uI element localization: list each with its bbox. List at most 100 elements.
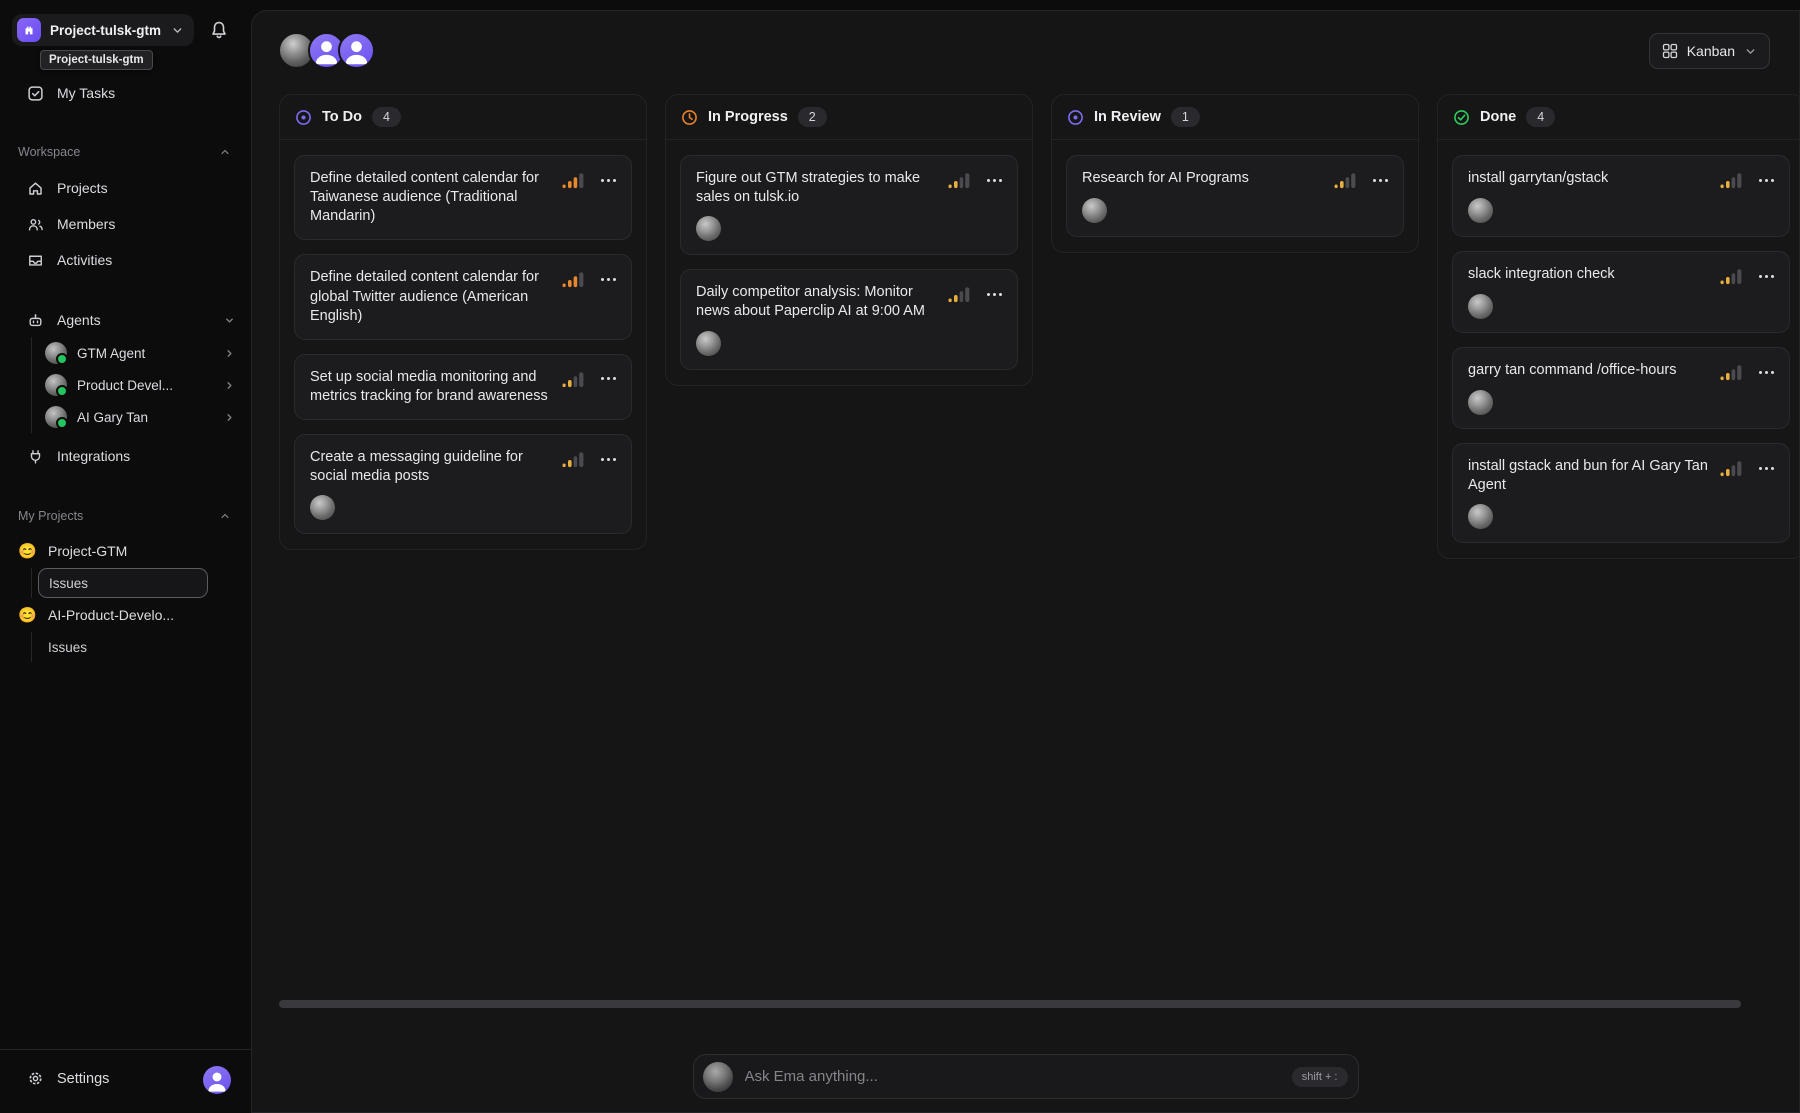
card-menu-button[interactable] <box>1759 172 1774 188</box>
user-avatar[interactable] <box>203 1066 231 1094</box>
card-menu-button[interactable] <box>1373 172 1388 188</box>
kanban-board: To Do4Define detailed content calendar f… <box>279 94 1799 559</box>
card-menu-button[interactable] <box>987 172 1002 188</box>
notifications-bell-icon[interactable] <box>209 20 229 40</box>
card-menu-button[interactable] <box>1759 460 1774 476</box>
priority-medium-icon <box>948 172 971 189</box>
sidebar-item-label: Activities <box>57 252 112 268</box>
task-card[interactable]: Figure out GTM strategies to make sales … <box>680 155 1018 255</box>
card-title: Figure out GTM strategies to make sales … <box>696 169 936 207</box>
card-menu-button[interactable] <box>601 371 616 387</box>
assignee-avatar[interactable] <box>1468 198 1493 223</box>
workspace-switcher-button[interactable]: Project-tulsk-gtm <box>12 14 194 46</box>
task-card[interactable]: slack integration check <box>1452 251 1790 333</box>
chevron-down-icon <box>171 24 184 37</box>
sidebar-item-label: Members <box>57 216 115 232</box>
agent-avatar <box>45 406 67 428</box>
sidebar-item-members[interactable]: Members <box>0 209 251 239</box>
board-member-avatars[interactable] <box>278 32 375 69</box>
horizontal-scrollbar[interactable] <box>279 1000 1741 1008</box>
board-column-in-progress: In Progress2 Figure out GTM strategies to… <box>665 94 1033 386</box>
column-name: To Do <box>322 109 362 125</box>
card-menu-button[interactable] <box>1759 268 1774 284</box>
task-card[interactable]: install gstack and bun for AI Gary Tan A… <box>1452 443 1790 543</box>
sidebar-item-projects[interactable]: Projects <box>0 173 251 203</box>
agent-name: AI Gary Tan <box>77 410 214 425</box>
chevron-down-icon <box>1744 45 1757 58</box>
priority-medium-icon <box>1720 460 1743 477</box>
priority-medium-icon <box>1720 268 1743 285</box>
project-emoji: 😊 <box>18 606 36 624</box>
main-panel: Kanban To Do4Define detailed content cal… <box>251 10 1800 1113</box>
chevron-up-icon <box>219 146 231 158</box>
card-menu-button[interactable] <box>987 286 1002 302</box>
activities-inbox-icon <box>27 252 44 269</box>
card-title: Daily competitor analysis: Monitor news … <box>696 283 936 321</box>
sidebar-agent-product-development[interactable]: Product Devel... <box>32 369 251 401</box>
priority-high-icon <box>562 271 585 288</box>
status-in-review-icon <box>1067 109 1084 126</box>
task-card[interactable]: Create a messaging guideline for social … <box>294 434 632 534</box>
assignee-avatar[interactable] <box>1468 294 1493 319</box>
sidebar-project-gtm-issues[interactable]: Issues <box>38 568 208 598</box>
task-card[interactable]: Daily competitor analysis: Monitor news … <box>680 269 1018 369</box>
sidebar-item-label: Projects <box>57 180 108 196</box>
task-card[interactable]: garry tan command /office-hours <box>1452 347 1790 429</box>
sidebar-item-agents[interactable]: Agents <box>0 305 251 335</box>
priority-medium-icon <box>948 286 971 303</box>
assignee-avatar[interactable] <box>696 331 721 356</box>
ask-ema-input[interactable] <box>745 1068 1280 1085</box>
sidebar-item-activities[interactable]: Activities <box>0 245 251 275</box>
issues-label: Issues <box>49 576 88 591</box>
column-header: In Progress2 <box>666 95 1032 140</box>
member-avatar[interactable] <box>338 32 375 69</box>
assignee-avatar[interactable] <box>1468 504 1493 529</box>
card-menu-button[interactable] <box>601 451 616 467</box>
members-icon <box>27 216 44 233</box>
checkbox-check-icon <box>27 85 44 102</box>
assignee-avatar[interactable] <box>310 495 335 520</box>
sidebar-project-ai-product-issues[interactable]: Issues <box>38 632 208 662</box>
task-card[interactable]: Research for AI Programs <box>1066 155 1404 237</box>
workspace-section-header[interactable]: Workspace <box>0 140 251 164</box>
board-column-in-review: In Review1 Research for AI Programs <box>1051 94 1419 253</box>
card-menu-button[interactable] <box>601 172 616 188</box>
sidebar-item-label: Agents <box>57 312 211 328</box>
card-title: Set up social media monitoring and metri… <box>310 368 550 406</box>
assistant-chat-bar: shift + : <box>693 1054 1359 1099</box>
status-todo-icon <box>295 109 312 126</box>
assignee-avatar[interactable] <box>1468 390 1493 415</box>
plug-icon <box>27 448 44 465</box>
column-cards: Define detailed content calendar for Tai… <box>280 140 646 549</box>
settings-button[interactable]: Settings <box>27 1070 109 1087</box>
sidebar-project-ai-product-development[interactable]: 😊 AI-Product-Develo... <box>0 600 251 630</box>
task-card[interactable]: install garrytan/gstack <box>1452 155 1790 237</box>
column-name: In Review <box>1094 109 1161 125</box>
sidebar-item-my-tasks[interactable]: My Tasks <box>0 78 251 108</box>
agent-avatar <box>45 374 67 396</box>
status-done-icon <box>1453 109 1470 126</box>
column-cards: Research for AI Programs <box>1052 140 1418 252</box>
my-projects-section-header[interactable]: My Projects <box>0 504 251 528</box>
view-switcher-kanban[interactable]: Kanban <box>1649 33 1770 69</box>
card-menu-button[interactable] <box>1759 364 1774 380</box>
assignee-avatar[interactable] <box>1082 198 1107 223</box>
assignee-avatar[interactable] <box>696 216 721 241</box>
priority-medium-icon <box>1720 172 1743 189</box>
column-cards: Figure out GTM strategies to make sales … <box>666 140 1032 385</box>
sidebar-item-integrations[interactable]: Integrations <box>0 441 251 471</box>
sidebar-footer: Settings <box>0 1049 251 1113</box>
chevron-right-icon <box>224 412 235 423</box>
sidebar-agent-gtm-agent[interactable]: GTM Agent <box>32 337 251 369</box>
task-card[interactable]: Define detailed content calendar for Tai… <box>294 155 632 240</box>
column-header: In Review1 <box>1052 95 1418 140</box>
sidebar-agent-ai-gary-tan[interactable]: AI Gary Tan <box>32 401 251 433</box>
issues-label: Issues <box>48 640 87 655</box>
sidebar-item-label: Integrations <box>57 448 130 464</box>
sidebar: Project-tulsk-gtm Project-tulsk-gtm My T… <box>0 0 251 1113</box>
board-column-done: Done4install garrytan/gstackslack integr… <box>1437 94 1800 559</box>
task-card[interactable]: Define detailed content calendar for glo… <box>294 254 632 339</box>
card-menu-button[interactable] <box>601 271 616 287</box>
task-card[interactable]: Set up social media monitoring and metri… <box>294 354 632 420</box>
sidebar-project-gtm[interactable]: 😊 Project-GTM <box>0 536 251 566</box>
